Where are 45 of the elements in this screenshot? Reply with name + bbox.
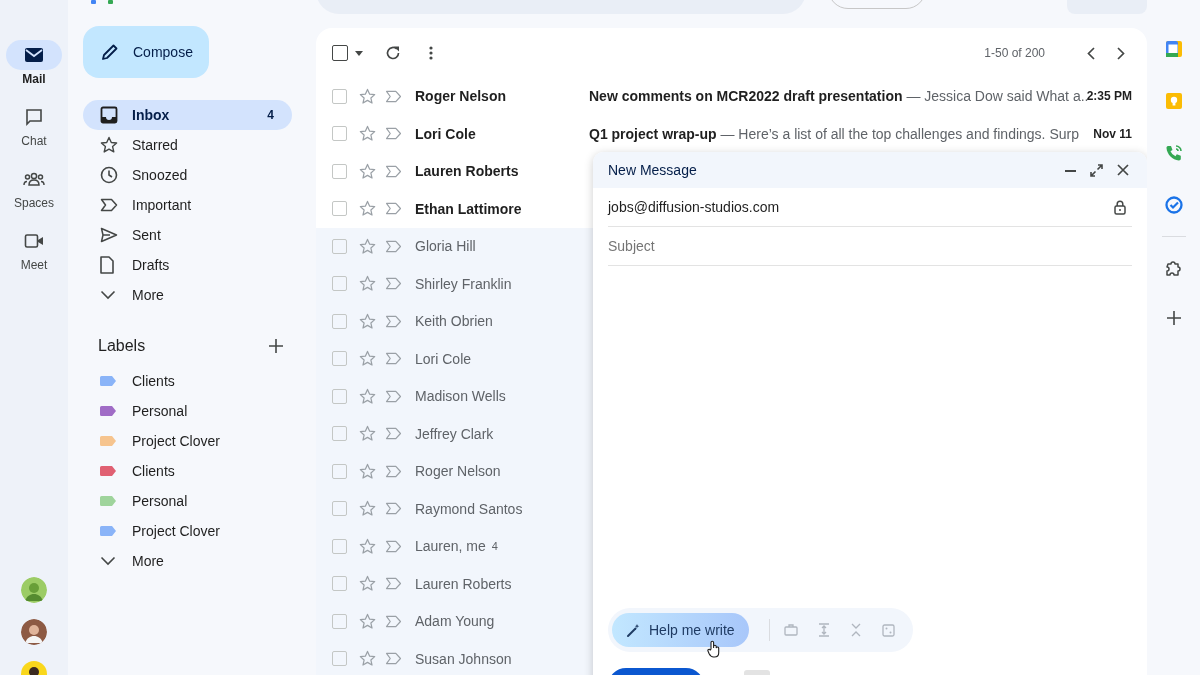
email-date: 2:35 PM bbox=[1086, 89, 1132, 104]
sender-name: Lori Cole bbox=[415, 350, 472, 367]
sender-name: Gloria Hill bbox=[415, 238, 476, 255]
label-item[interactable]: Clients bbox=[83, 366, 292, 396]
folder-item[interactable]: Inbox 4 bbox=[83, 100, 292, 130]
page-range: 1-50 of 200 bbox=[984, 46, 1045, 60]
folder-item[interactable]: Important bbox=[83, 190, 292, 220]
label-item[interactable]: Project Clover bbox=[83, 426, 292, 456]
label-item[interactable]: Project Clover bbox=[83, 516, 292, 546]
sender-name: Ethan Lattimore bbox=[415, 200, 522, 217]
section-title: Labels bbox=[98, 337, 146, 355]
sender-name: Lauren, me bbox=[415, 538, 486, 555]
sender-name: Madison Wells bbox=[415, 388, 506, 405]
folder-item[interactable]: Snoozed bbox=[83, 160, 292, 190]
sender-name: Jeffrey Clark bbox=[415, 425, 494, 442]
email-preview: Q1 project wrap-up — Here’s a list of all the top challenges and findings. Surp bbox=[589, 125, 1079, 142]
folder-item[interactable]: Drafts bbox=[83, 250, 292, 280]
compose-button[interactable]: Compose bbox=[83, 26, 209, 78]
folder-item[interactable]: More bbox=[83, 280, 292, 310]
folder-item[interactable]: More bbox=[83, 546, 292, 576]
label-item[interactable]: Personal bbox=[83, 396, 292, 426]
sender-name: Keith Obrien bbox=[415, 313, 493, 330]
recipient-field[interactable]: jobs@diffusion-studios.com bbox=[608, 199, 780, 215]
window-title: New Message bbox=[608, 162, 697, 178]
sender-name: Lori Cole bbox=[415, 125, 476, 142]
sender-name: Susan Johnson bbox=[415, 650, 512, 667]
sender-name: Adam Young bbox=[415, 613, 495, 630]
folder-item[interactable]: Starred bbox=[83, 130, 292, 160]
sender-name: Shirley Franklin bbox=[415, 275, 512, 292]
sender-name: Lauren Roberts bbox=[415, 575, 512, 592]
rail-tab[interactable]: Mail bbox=[6, 40, 62, 102]
sender-name: Raymond Santos bbox=[415, 500, 523, 517]
subject-field[interactable]: Subject bbox=[608, 238, 1126, 254]
folder-item[interactable]: Sent bbox=[83, 220, 292, 250]
email-date: Nov 11 bbox=[1093, 126, 1132, 141]
thread-count: 4 bbox=[491, 540, 498, 553]
help-me-write-button[interactable]: Help me write bbox=[612, 613, 749, 647]
sender-name: Lauren Roberts bbox=[415, 163, 519, 180]
rail-tab[interactable]: Spaces bbox=[6, 164, 62, 226]
rail-tab[interactable]: Chat bbox=[6, 102, 62, 164]
sender-name: Roger Nelson bbox=[415, 463, 501, 480]
label-item[interactable]: Personal bbox=[83, 486, 292, 516]
rail-tab[interactable]: Meet bbox=[6, 226, 62, 288]
sender-name: Roger Nelson bbox=[415, 88, 506, 105]
label-item[interactable]: Clients bbox=[83, 456, 292, 486]
